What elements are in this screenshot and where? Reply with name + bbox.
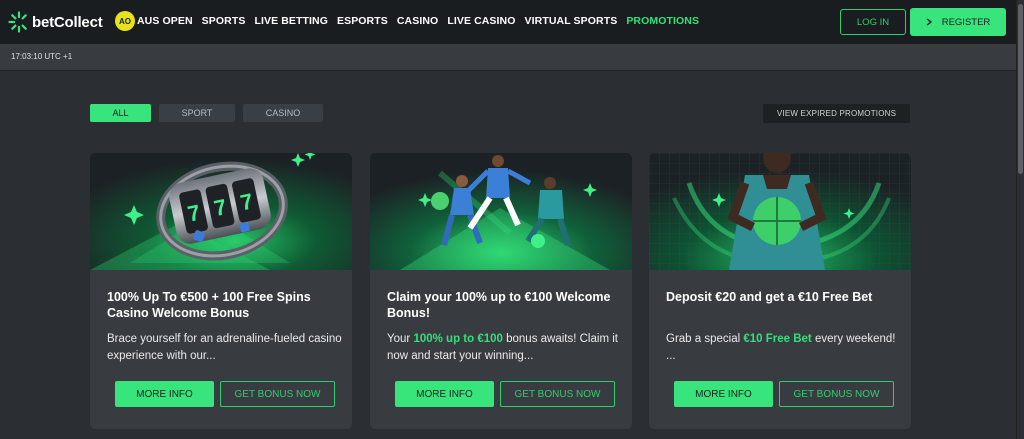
get-bonus-now-button[interactable]: GET BONUS NOW xyxy=(220,381,335,407)
page-scrollbar[interactable] xyxy=(1016,0,1024,439)
get-bonus-now-button[interactable]: GET BONUS NOW xyxy=(500,381,615,407)
promotion-description: Your 100% up to €100 bonus awaits! Claim… xyxy=(387,331,622,365)
chevron-right-icon xyxy=(926,18,932,26)
casino-slot-777-illustration: 7 7 7 xyxy=(90,153,352,270)
promotion-description: Grab a special €10 Free Bet every weeken… xyxy=(666,331,901,365)
current-time: 17:03:10 UTC +1 xyxy=(11,52,73,61)
time-bar: 17:03:10 UTC +1 xyxy=(0,44,1016,71)
promotion-description: Brace yourself for an adrenaline-fueled … xyxy=(107,331,342,365)
description-text: Brace yourself for an adrenaline-fueled … xyxy=(107,333,342,362)
promotion-title: 100% Up To €500 + 100 Free Spins Casino … xyxy=(107,290,311,320)
more-info-button[interactable]: MORE INFO xyxy=(115,381,214,407)
main-menu: AUS OPEN SPORTS LIVE BETTING ESPORTS CAS… xyxy=(137,15,699,27)
player-holding-ball-illustration xyxy=(649,153,911,270)
aus-open-badge-icon[interactable]: AO xyxy=(115,11,135,31)
register-button-label: REGISTER xyxy=(941,16,991,28)
description-highlight: 100% up to €100 xyxy=(413,333,503,345)
more-info-button[interactable]: MORE INFO xyxy=(395,381,494,407)
description-highlight: €10 Free Bet xyxy=(743,333,812,345)
description-text: Grab a special xyxy=(666,333,744,345)
nav-link-virtual-sports[interactable]: VIRTUAL SPORTS xyxy=(525,15,618,27)
promotion-title: Claim your 100% up to €100 Welcome Bonus… xyxy=(387,290,611,320)
nav-link-sports[interactable]: SPORTS xyxy=(202,15,246,27)
logo-text: betCollect xyxy=(32,13,103,31)
login-button[interactable]: LOG IN xyxy=(840,9,906,35)
logo[interactable]: betCollect xyxy=(8,11,103,33)
nav-link-promotions[interactable]: PROMOTIONS xyxy=(626,15,699,27)
promotion-title: Deposit €20 and get a €10 Free Bet xyxy=(666,290,873,304)
nav-link-aus-open[interactable]: AUS OPEN xyxy=(137,15,193,27)
nav-link-live-casino[interactable]: LIVE CASINO xyxy=(447,15,515,27)
promotion-card-free-bet: Deposit €20 and get a €10 Free Bet Grab … xyxy=(649,153,911,429)
filter-tab-casino[interactable]: CASINO xyxy=(243,104,323,122)
register-button[interactable]: REGISTER xyxy=(910,8,1006,36)
nav-link-casino[interactable]: CASINO xyxy=(397,15,438,27)
nav-link-live-betting[interactable]: LIVE BETTING xyxy=(254,15,328,27)
promotion-card-sports-welcome: Claim your 100% up to €100 Welcome Bonus… xyxy=(370,153,632,429)
logo-burst-icon xyxy=(8,11,27,33)
scrollbar-thumb[interactable] xyxy=(1018,4,1023,174)
filter-tab-all[interactable]: ALL xyxy=(90,104,151,122)
filter-tab-sport[interactable]: SPORT xyxy=(159,104,235,122)
view-expired-promotions-button[interactable]: VIEW EXPIRED PROMOTIONS xyxy=(763,104,910,123)
top-navigation: betCollect AO AUS OPEN SPORTS LIVE BETTI… xyxy=(0,0,1016,44)
promotion-card-casino-welcome: 7 7 7 100% Up To €500 + 100 Free Spins C… xyxy=(90,153,352,429)
get-bonus-now-button[interactable]: GET BONUS NOW xyxy=(779,381,894,407)
description-text: Your xyxy=(387,333,414,345)
more-info-button[interactable]: MORE INFO xyxy=(674,381,773,407)
footballers-illustration xyxy=(370,153,632,270)
nav-link-esports[interactable]: ESPORTS xyxy=(337,15,388,27)
